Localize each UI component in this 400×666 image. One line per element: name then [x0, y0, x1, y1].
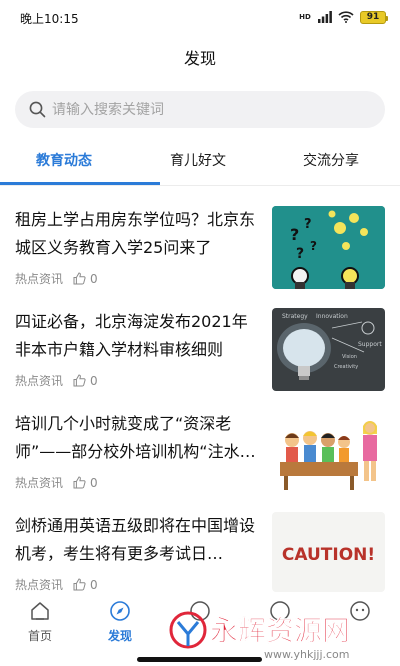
- thumbs-up-icon: [73, 578, 86, 591]
- thumbs-up-icon: [73, 272, 86, 285]
- like-number: 0: [90, 475, 98, 490]
- watermark-logo: 永辉资源网 www.yhkjjj.com: [168, 604, 378, 662]
- board-word: Support: [358, 341, 382, 348]
- home-indicator: [137, 657, 262, 662]
- search-bar[interactable]: [15, 91, 385, 128]
- board-word: Innovation: [316, 313, 348, 320]
- article-category: 热点资讯: [15, 578, 64, 592]
- battery-level: 91: [366, 12, 380, 22]
- article-meta: 热点资讯 0: [15, 474, 98, 491]
- article-item[interactable]: 培训几个小时就变成了“资深老师”——部分校外培训机构“注水… 热点资讯 0: [0, 394, 400, 496]
- svg-text:?: ?: [310, 239, 317, 253]
- tab-education-news[interactable]: 教育动态: [36, 150, 92, 170]
- signal-icon: [318, 11, 332, 23]
- svg-text:?: ?: [304, 217, 312, 232]
- article-thumbnail: [272, 410, 385, 493]
- svg-text:?: ?: [296, 246, 304, 262]
- status-icons: HD 91: [298, 8, 388, 26]
- board-word: Strategy: [282, 313, 308, 320]
- search-icon: [29, 101, 46, 118]
- article-category: 热点资讯: [15, 272, 64, 286]
- thumbs-up-icon: [73, 374, 86, 387]
- like-number: 0: [90, 577, 98, 592]
- question-lightbulb-illustration: ? ? ? ?: [272, 206, 385, 289]
- tabbar-item-home[interactable]: 首页: [10, 600, 70, 644]
- caution-text: CAUTION!: [282, 545, 375, 565]
- status-time: 晚上10:15: [20, 12, 79, 26]
- board-word: Creativity: [334, 364, 358, 370]
- watermark-url: www.yhkjjj.com: [264, 648, 350, 661]
- article-meta: 热点资讯 0: [15, 372, 98, 389]
- compass-icon: [110, 601, 130, 621]
- home-icon: [31, 602, 49, 620]
- article-item[interactable]: 剑桥通用英语五级即将在中国增设机考，考生将有更多考试日… 热点资讯 0 CAUT…: [0, 496, 400, 598]
- like-count[interactable]: 0: [73, 272, 98, 286]
- tabbar-label: 首页: [27, 629, 52, 643]
- article-title: 剑桥通用英语五级即将在中国增设机考，考生将有更多考试日…: [15, 516, 256, 563]
- like-number: 0: [90, 373, 98, 388]
- search-input[interactable]: [52, 101, 352, 118]
- like-count[interactable]: 0: [73, 476, 98, 490]
- tab-exchange-share[interactable]: 交流分享: [303, 150, 359, 170]
- tabbar-item-discover[interactable]: 发现: [90, 600, 150, 644]
- tab-parenting-articles[interactable]: 育儿好文: [170, 150, 226, 170]
- like-number: 0: [90, 271, 98, 286]
- caution-sign: CAUTION!: [272, 512, 385, 592]
- article-thumbnail: CAUTION!: [272, 512, 385, 592]
- classroom-cartoon: [272, 410, 385, 493]
- page-title: 发现: [183, 49, 216, 68]
- status-bar: 晚上10:15 HD 91: [0, 0, 400, 34]
- chalkboard-lightbulb-photo: Strategy Innovation Support Vision Creat…: [272, 308, 385, 391]
- article-thumbnail: ? ? ? ?: [272, 206, 385, 289]
- board-word: Vision: [342, 354, 357, 360]
- like-count[interactable]: 0: [73, 578, 98, 592]
- article-category: 热点资讯: [15, 374, 64, 388]
- article-title: 租房上学占用房东学位吗？北京东城区义务教育入学25问来了: [15, 210, 256, 257]
- wifi-icon: [338, 11, 354, 23]
- active-tab-indicator: [0, 182, 160, 185]
- article-title: 四证必备，北京海淀发布2021年非本市户籍入学材料审核细则: [15, 312, 248, 359]
- article-item[interactable]: 四证必备，北京海淀发布2021年非本市户籍入学材料审核细则 热点资讯 0 Str…: [0, 292, 400, 394]
- category-tabs: 教育动态 育儿好文 交流分享: [0, 140, 400, 186]
- article-meta: 热点资讯 0: [15, 270, 98, 287]
- article-item[interactable]: 租房上学占用房东学位吗？北京东城区义务教育入学25问来了 热点资讯 0 ? ? …: [0, 190, 400, 292]
- article-title: 培训几个小时就变成了“资深老师”——部分校外培训机构“注水…: [15, 414, 256, 461]
- thumbs-up-icon: [73, 476, 86, 489]
- hd-network-icon: HD: [299, 12, 311, 21]
- article-meta: 热点资讯 0: [15, 576, 98, 593]
- article-category: 热点资讯: [15, 476, 64, 490]
- article-thumbnail: Strategy Innovation Support Vision Creat…: [272, 308, 385, 391]
- tabbar-label: 发现: [107, 629, 132, 643]
- watermark-text: 永辉资源网: [210, 614, 350, 647]
- like-count[interactable]: 0: [73, 374, 98, 388]
- battery-icon: 91: [360, 10, 388, 24]
- svg-text:?: ?: [290, 225, 299, 244]
